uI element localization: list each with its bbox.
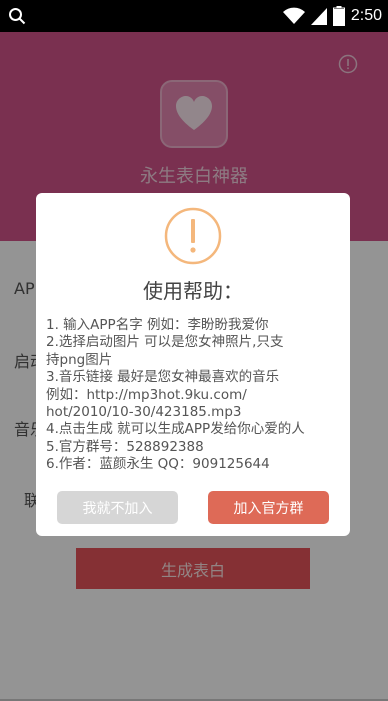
help-line: 例如：http://mp3hot.9ku.com/ — [46, 386, 247, 403]
battery-icon — [332, 6, 345, 26]
signal-icon — [310, 8, 327, 25]
help-line: 4.点击生成 就可以生成APP发给你心爱的人 — [46, 421, 305, 438]
help-line: 5.官方群号：528892388 — [46, 438, 204, 455]
help-line: 1. 输入APP名字 例如：李盼盼我爱你 — [46, 317, 269, 333]
help-line: 6.作者：蓝颜永生 QQ：909125644 — [46, 456, 270, 473]
dialog-title: 使用帮助： — [143, 279, 243, 303]
help-line: 2.选择启动图片 可以是您女神照片,只支 — [46, 334, 284, 351]
decline-button[interactable]: 我就不加入 — [57, 491, 178, 524]
help-line: 持png图片 — [46, 351, 113, 368]
search-icon[interactable] — [8, 7, 26, 25]
wifi-icon — [282, 7, 305, 24]
help-line: hot/2010/10-30/423185.mp3 — [46, 404, 242, 421]
dialog-body: 1. 输入APP名字 例如：李盼盼我爱你 2.选择启动图片 可以是您女神照片,只… — [46, 317, 346, 474]
help-dialog: 使用帮助： 1. 输入APP名字 例如：李盼盼我爱你 2.选择启动图片 可以是您… — [36, 193, 350, 536]
join-group-button[interactable]: 加入官方群 — [208, 491, 329, 524]
status-bar: 2:50 — [0, 0, 388, 32]
warning-icon — [164, 207, 222, 265]
help-line: 3.音乐链接 最好是您女神最喜欢的音乐 — [46, 369, 280, 386]
clock: 2:50 — [350, 7, 382, 24]
